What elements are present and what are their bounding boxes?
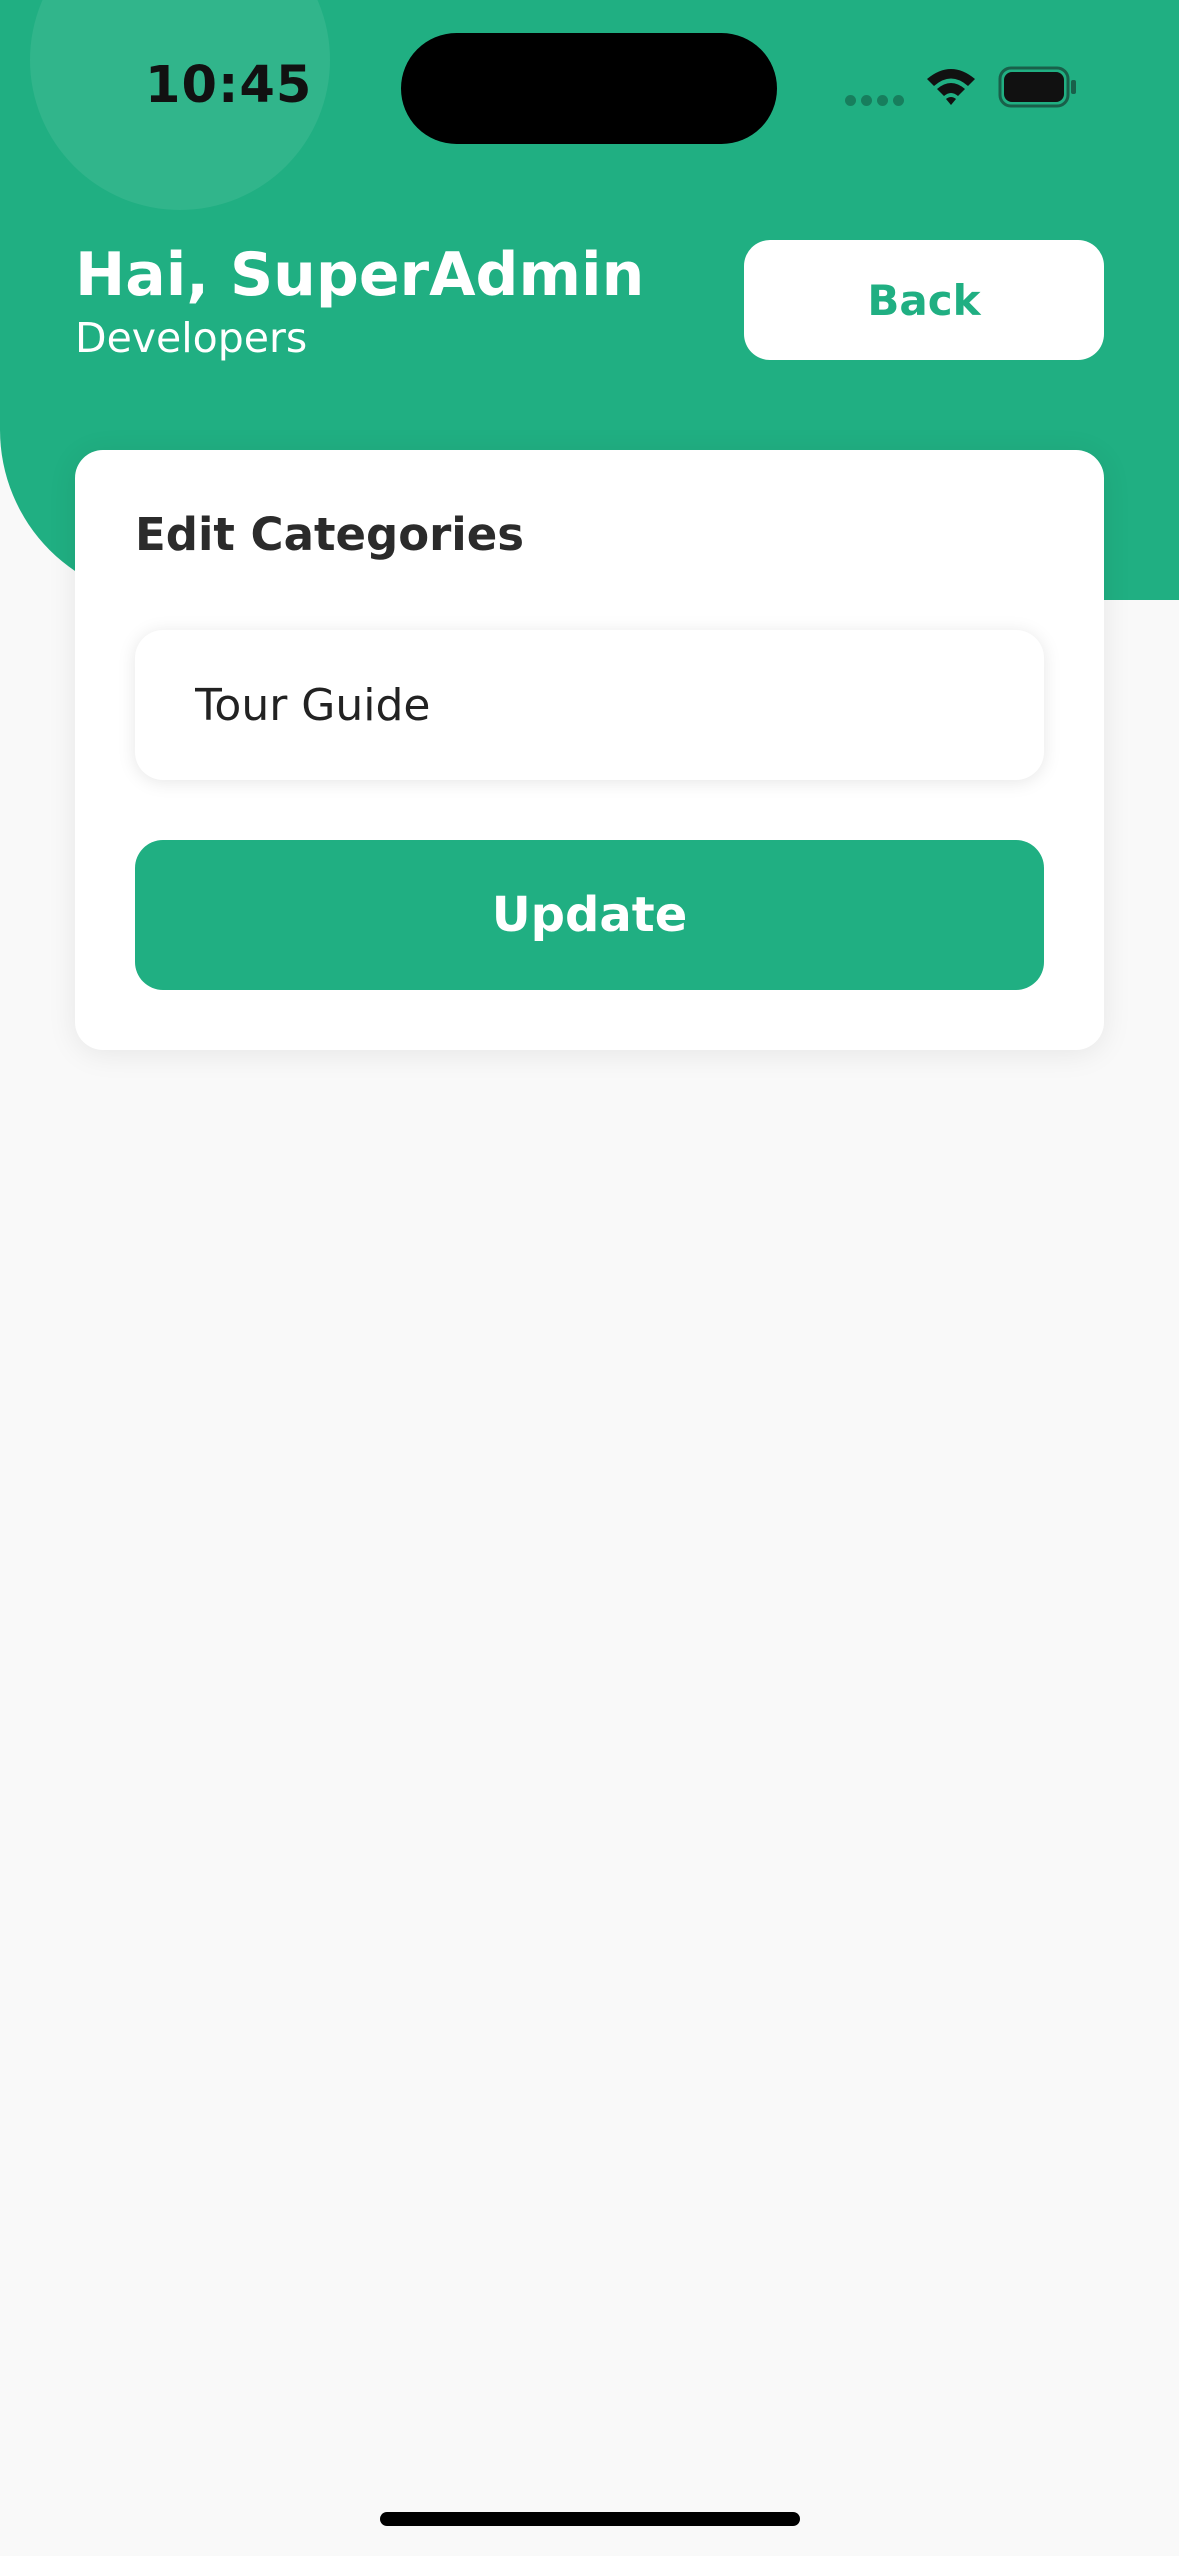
category-input-container bbox=[135, 630, 1044, 780]
greeting-subtitle: Developers bbox=[75, 314, 308, 362]
back-button-label: Back bbox=[867, 275, 981, 325]
card-title: Edit Categories bbox=[135, 508, 525, 561]
category-name-input[interactable] bbox=[135, 630, 1044, 780]
edit-category-card: Edit Categories Update bbox=[75, 450, 1104, 1050]
battery-icon bbox=[998, 66, 1076, 108]
greeting-title: Hai, SuperAdmin bbox=[75, 240, 645, 310]
update-button-label: Update bbox=[491, 887, 688, 943]
cellular-signal-icon bbox=[845, 95, 905, 107]
wifi-icon bbox=[927, 69, 975, 105]
home-indicator[interactable] bbox=[380, 2512, 800, 2526]
dynamic-island bbox=[401, 33, 777, 144]
back-button[interactable]: Back bbox=[744, 240, 1104, 360]
status-bar-time: 10:45 bbox=[145, 56, 313, 115]
update-button[interactable]: Update bbox=[135, 840, 1044, 990]
